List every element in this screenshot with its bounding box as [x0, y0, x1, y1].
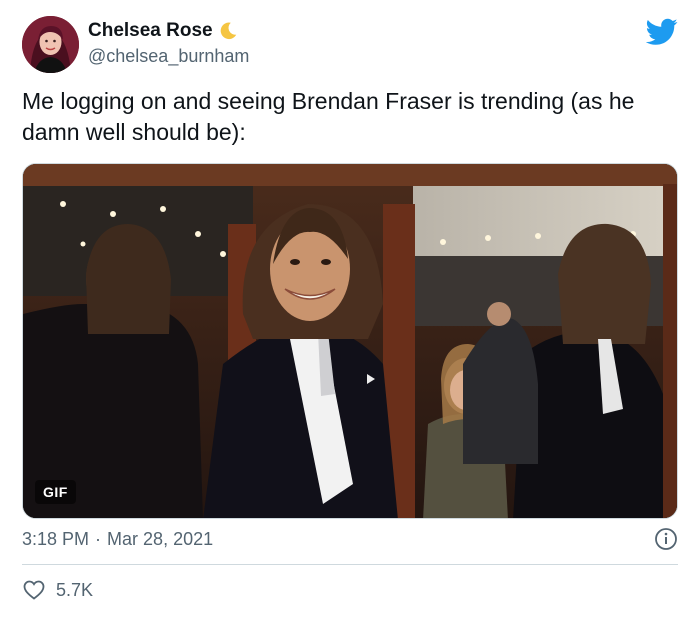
heart-icon[interactable]: [22, 578, 46, 602]
avatar-image: [22, 16, 79, 73]
tweet-actions: 5.7K: [22, 577, 93, 603]
tweet-meta: 3:18 PM · Mar 28, 2021: [22, 527, 678, 551]
tweet-time[interactable]: 3:18 PM: [22, 529, 89, 550]
gif-frame-image: [23, 164, 677, 518]
tweet-text: Me logging on and seeing Brendan Fraser …: [22, 88, 635, 145]
twitter-bird-icon[interactable]: [646, 18, 678, 46]
crescent-moon-icon: [220, 22, 236, 40]
tweet-date[interactable]: Mar 28, 2021: [107, 529, 213, 550]
divider: [22, 564, 678, 565]
gif-badge: GIF: [35, 480, 76, 504]
tweet-media-gif[interactable]: GIF: [22, 163, 678, 519]
display-name-row[interactable]: Chelsea Rose: [88, 20, 249, 42]
user-handle[interactable]: @chelsea_burnham: [88, 46, 249, 67]
meta-separator: ·: [95, 528, 102, 549]
tweet-header: Chelsea Rose @chelsea_burnham: [22, 16, 678, 76]
like-count[interactable]: 5.7K: [56, 580, 93, 601]
avatar[interactable]: [22, 16, 79, 73]
info-icon[interactable]: [654, 527, 678, 551]
display-name[interactable]: Chelsea Rose: [88, 20, 213, 42]
